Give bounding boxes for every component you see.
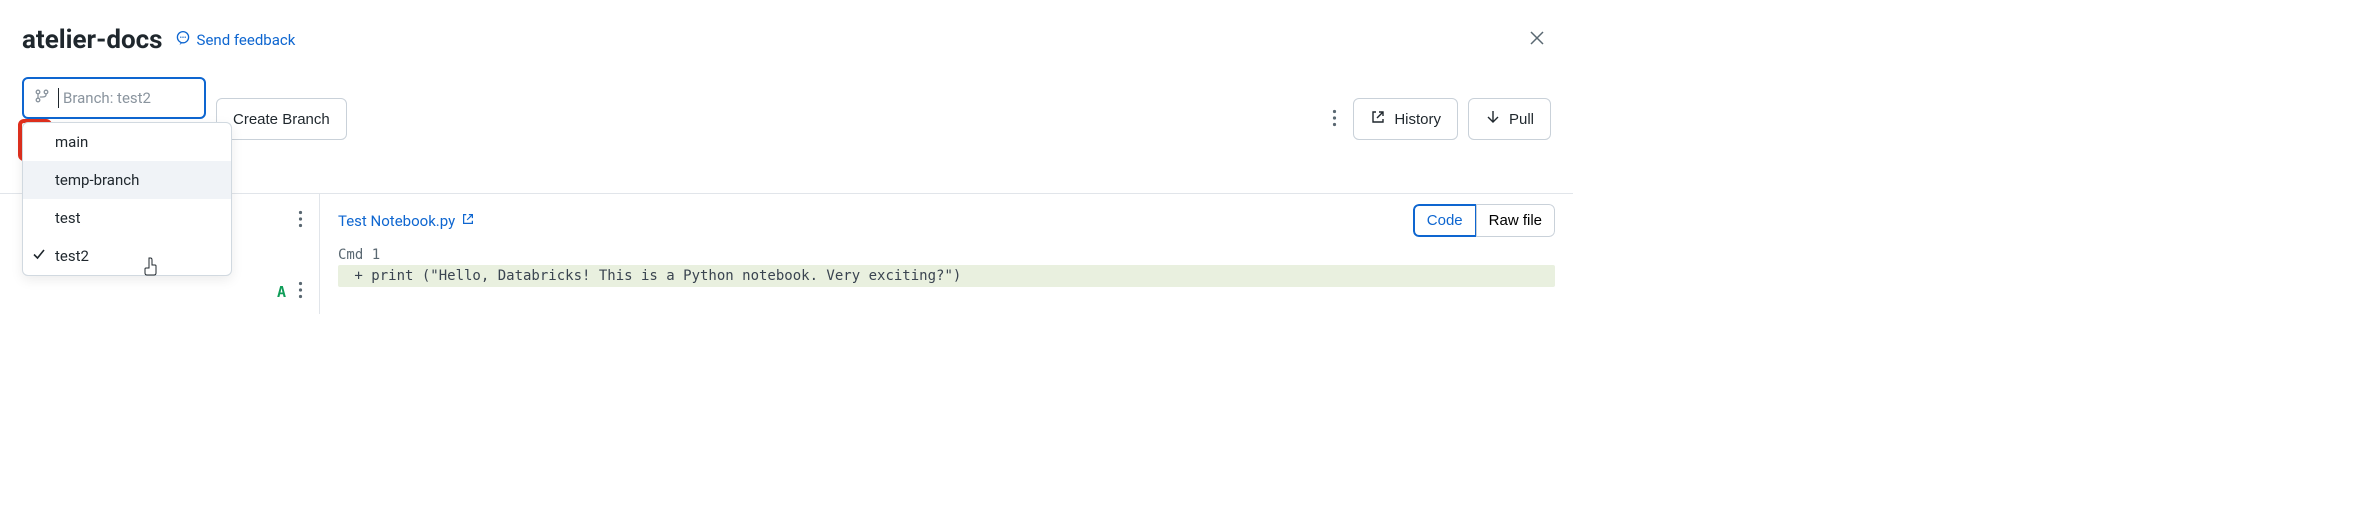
- create-branch-button[interactable]: Create Branch: [216, 98, 347, 140]
- branch-item-label: temp-branch: [55, 171, 139, 189]
- external-link-icon: [461, 212, 475, 230]
- page-title: atelier-docs: [22, 25, 163, 55]
- send-feedback-link[interactable]: Send feedback: [175, 30, 296, 50]
- branch-item-label: main: [55, 133, 88, 151]
- file-status-added-badge: A: [277, 283, 286, 301]
- comment-icon: [175, 30, 191, 50]
- cmd-label: Cmd 1: [338, 247, 1555, 263]
- view-raw-label: Raw file: [1489, 212, 1542, 229]
- branch-item-label: test2: [55, 247, 89, 265]
- view-code-button[interactable]: Code: [1413, 204, 1477, 237]
- branch-item-label: test: [55, 209, 81, 227]
- branch-dropdown-menu: main temp-branch test test2: [22, 122, 232, 276]
- kebab-icon: [298, 210, 303, 231]
- view-mode-toggle: Code Raw file: [1413, 204, 1555, 237]
- download-arrow-icon: [1485, 109, 1501, 129]
- diff-added-line: + print ("Hello, Databricks! This is a P…: [338, 265, 1555, 287]
- file-open-link[interactable]: Test Notebook.py: [338, 212, 475, 230]
- close-button[interactable]: [1523, 24, 1551, 55]
- external-link-icon: [1370, 109, 1386, 129]
- create-branch-label: Create Branch: [233, 111, 330, 128]
- view-raw-button[interactable]: Raw file: [1476, 204, 1555, 237]
- file-tree-overflow-button[interactable]: [292, 204, 309, 237]
- kebab-icon: [298, 281, 303, 302]
- branch-input[interactable]: Branch: test2: [63, 89, 151, 107]
- close-icon: [1527, 28, 1547, 51]
- branch-item-test[interactable]: test: [23, 199, 231, 237]
- toolbar-overflow-button[interactable]: [1326, 103, 1343, 136]
- branch-item-test2[interactable]: test2: [23, 237, 231, 275]
- history-button[interactable]: History: [1353, 98, 1458, 140]
- pull-button[interactable]: Pull: [1468, 98, 1551, 140]
- file-name-label: Test Notebook.py: [338, 212, 455, 230]
- kebab-icon: [1332, 109, 1337, 130]
- branch-item-main[interactable]: main: [23, 123, 231, 161]
- check-icon: [31, 246, 47, 266]
- send-feedback-label: Send feedback: [197, 31, 296, 49]
- branch-icon: [34, 88, 50, 108]
- view-code-label: Code: [1427, 212, 1463, 229]
- file-row-overflow-button[interactable]: [292, 275, 309, 308]
- history-label: History: [1394, 111, 1441, 128]
- branch-selector[interactable]: Branch: test2: [22, 77, 206, 119]
- branch-item-temp-branch[interactable]: temp-branch: [23, 161, 231, 199]
- diff-pane: Test Notebook.py Code Raw file: [320, 194, 1573, 314]
- pull-label: Pull: [1509, 111, 1534, 128]
- text-cursor: [58, 88, 59, 108]
